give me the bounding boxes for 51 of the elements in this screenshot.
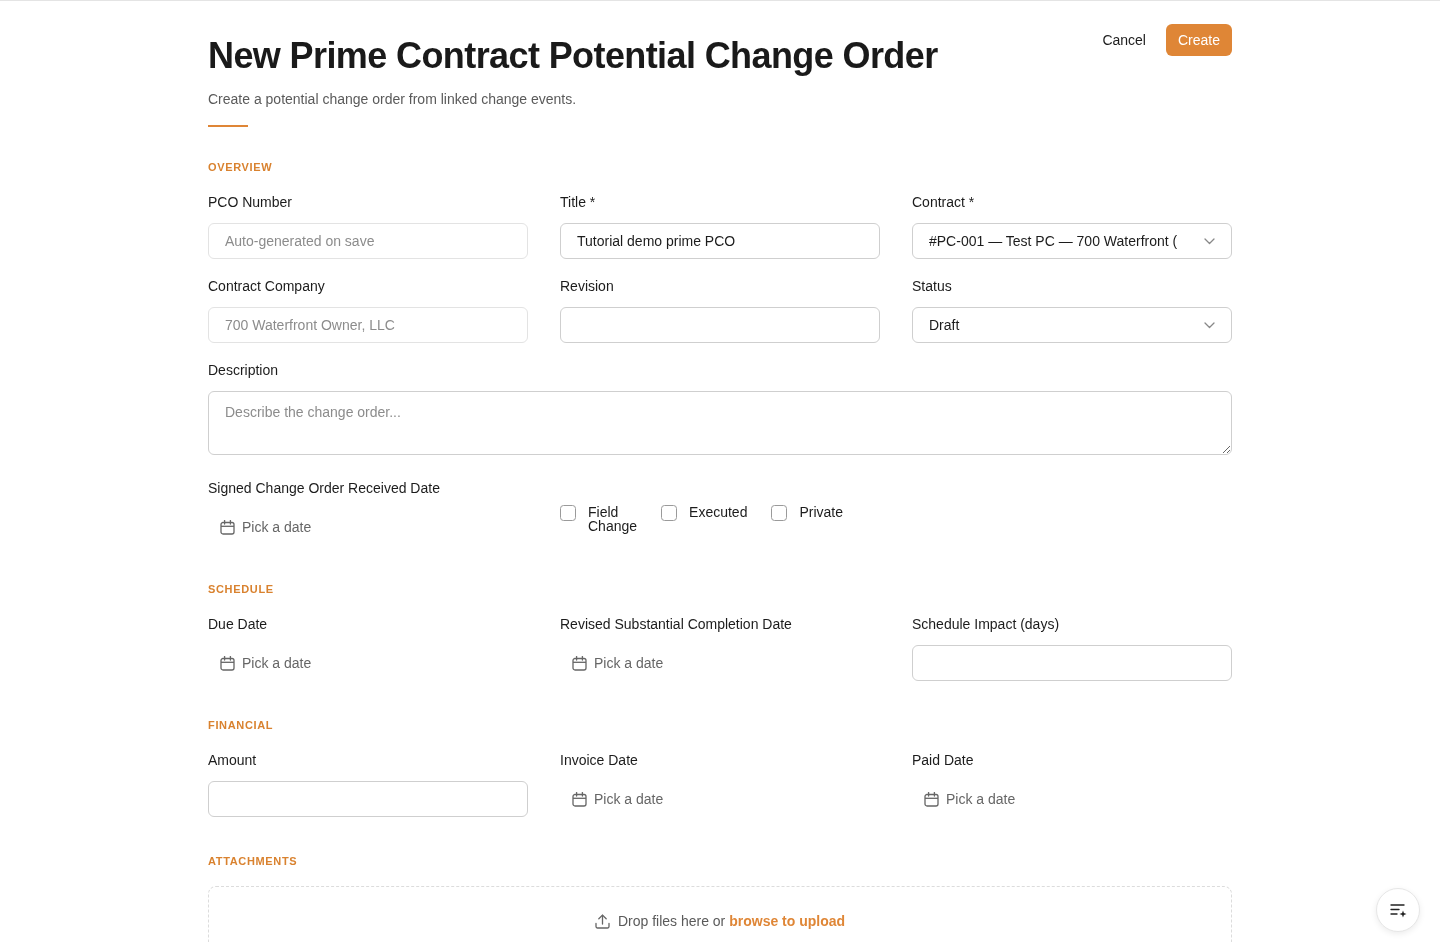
field-label: Contract Company <box>208 277 326 296</box>
field-label: Status <box>912 277 953 296</box>
text-field[interactable] <box>560 307 880 343</box>
field-label: PCO Number <box>208 193 294 212</box>
field-label: Paid Date <box>912 751 975 770</box>
dropzone-text: Drop files here or browse to upload <box>617 912 846 931</box>
calendar-icon <box>220 655 235 671</box>
lines-sparkle-icon <box>1389 902 1407 918</box>
chevron-down-icon <box>1204 321 1215 329</box>
date-picker-button[interactable]: Pick a date <box>560 781 676 817</box>
checkbox-label: Private <box>799 505 843 519</box>
cancel-button[interactable]: Cancel <box>1090 24 1158 56</box>
checkbox[interactable] <box>661 505 678 521</box>
date-picker-button[interactable]: Pick a date <box>208 509 324 545</box>
date-picker-button[interactable]: Pick a date <box>912 781 1028 817</box>
section-heading: FINANCIAL <box>208 718 275 733</box>
checkbox[interactable] <box>771 505 788 521</box>
calendar-icon <box>572 791 587 807</box>
dropdown[interactable]: #PC-001 — Test PC — 700 Waterfront ( <box>912 223 1232 259</box>
field-label: Invoice Date <box>560 751 639 770</box>
date-picker-button[interactable]: Pick a date <box>208 645 324 681</box>
dropdown[interactable]: Draft <box>912 307 1232 343</box>
calendar-icon <box>572 655 587 671</box>
text-field[interactable]: Tutorial demo prime PCO <box>560 223 880 259</box>
chevron-down-icon <box>1204 237 1215 245</box>
text-area[interactable]: Describe the change order... <box>208 391 1232 455</box>
section-heading: SCHEDULE <box>208 582 275 597</box>
field-label: Signed Change Order Received Date <box>208 479 441 498</box>
date-picker-button[interactable]: Pick a date <box>560 645 676 681</box>
checkbox[interactable] <box>560 505 576 521</box>
upload-icon <box>594 913 610 929</box>
field-label: Due Date <box>208 615 269 634</box>
section-heading: ATTACHMENTS <box>208 854 299 869</box>
field-label: Contract * <box>912 193 976 212</box>
field-label: Title * <box>560 193 597 212</box>
checkbox-label: Executed <box>689 505 748 519</box>
field-label: Revision <box>560 277 615 296</box>
field-label: Revised Substantial Completion Date <box>560 615 793 634</box>
field-label: Description <box>208 361 280 380</box>
calendar-icon <box>220 519 235 535</box>
floating-action-button[interactable] <box>1376 888 1420 932</box>
checkbox-label: Field Change <box>588 505 638 533</box>
page-subtitle: Create a potential change order from linked change events. <box>208 90 578 109</box>
file-dropzone[interactable]: Drop files here or browse to upload <box>208 886 1232 942</box>
page-title: New Prime Contract Potential Change Order <box>208 34 938 77</box>
section-heading: OVERVIEW <box>208 160 274 175</box>
field-label: Amount <box>208 751 258 770</box>
text-field[interactable] <box>912 645 1232 681</box>
text-field[interactable] <box>208 781 528 817</box>
calendar-icon <box>924 791 939 807</box>
field-label: Schedule Impact (days) <box>912 615 1061 634</box>
